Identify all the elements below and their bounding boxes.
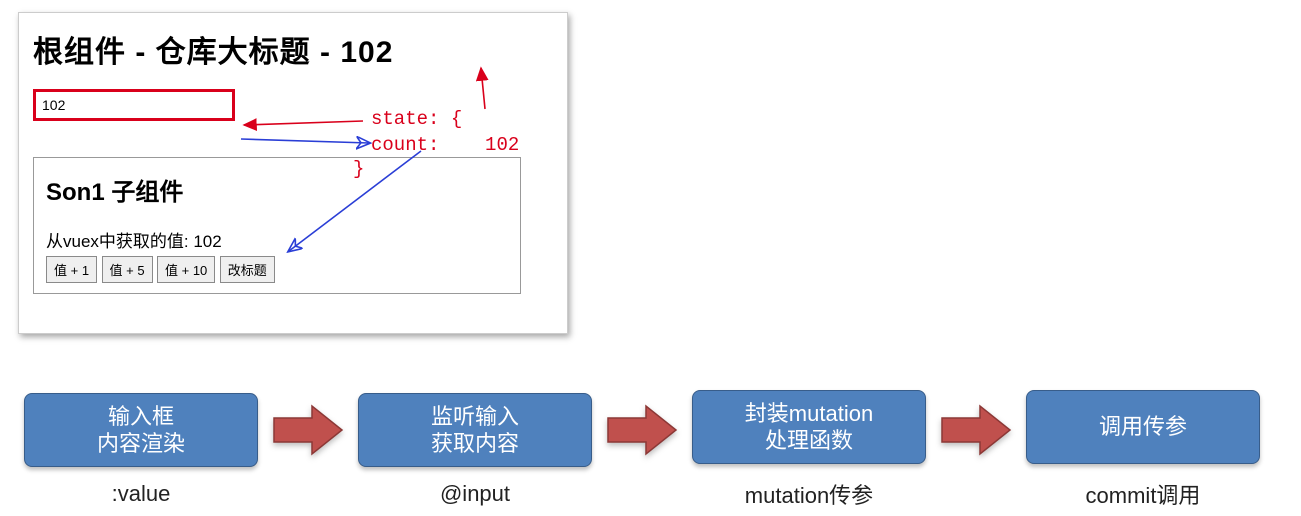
flow-box-1: 输入框内容渲染	[24, 393, 258, 467]
count-value: 102	[485, 134, 519, 156]
count-label: count:	[371, 134, 439, 156]
son-title: Son1 子组件	[46, 172, 508, 207]
flow-step-3: 封装mutation处理函数 mutation传参	[692, 390, 926, 510]
button-row: 值 + 1 值 + 5 值 + 10 改标题	[46, 256, 508, 283]
btn-plus-5[interactable]: 值 + 5	[102, 256, 153, 283]
flow-box-4: 调用传参	[1026, 390, 1260, 464]
flow-row: 输入框内容渲染 :value 监听输入获取内容 @input 封装mutatio…	[24, 390, 1284, 510]
main-title: 根组件 - 仓库大标题 - 102	[33, 27, 553, 71]
code-example-card: 根组件 - 仓库大标题 - 102 state: { count: 102 } …	[18, 12, 568, 334]
state-line: state: {	[371, 107, 519, 133]
flow-caption-2: @input	[440, 481, 510, 507]
btn-plus-1[interactable]: 值 + 1	[46, 256, 97, 283]
flow-step-1: 输入框内容渲染 :value	[24, 393, 258, 507]
state-annotation: state: { count: 102 }	[371, 107, 519, 158]
flow-caption-4: commit调用	[1086, 478, 1201, 510]
count-line: count: 102	[371, 133, 519, 159]
flow-step-4: 调用传参 commit调用	[1026, 390, 1260, 510]
flow-box-2: 监听输入获取内容	[358, 393, 592, 467]
flow-caption-3: mutation传参	[745, 478, 873, 510]
brace-close: }	[353, 157, 364, 183]
flow-caption-1: :value	[112, 481, 171, 507]
son-component-box: Son1 子组件 从vuex中获取的值: 102 值 + 1 值 + 5 值 +…	[33, 157, 521, 294]
son-text: 从vuex中获取的值: 102	[46, 227, 508, 252]
count-input[interactable]	[33, 89, 235, 121]
flow-arrow-1	[272, 404, 344, 456]
btn-plus-10[interactable]: 值 + 10	[157, 256, 215, 283]
flow-arrow-2	[606, 404, 678, 456]
flow-box-3: 封装mutation处理函数	[692, 390, 926, 464]
btn-change-title[interactable]: 改标题	[220, 256, 275, 283]
flow-step-2: 监听输入获取内容 @input	[358, 393, 592, 507]
flow-arrow-3	[940, 404, 1012, 456]
